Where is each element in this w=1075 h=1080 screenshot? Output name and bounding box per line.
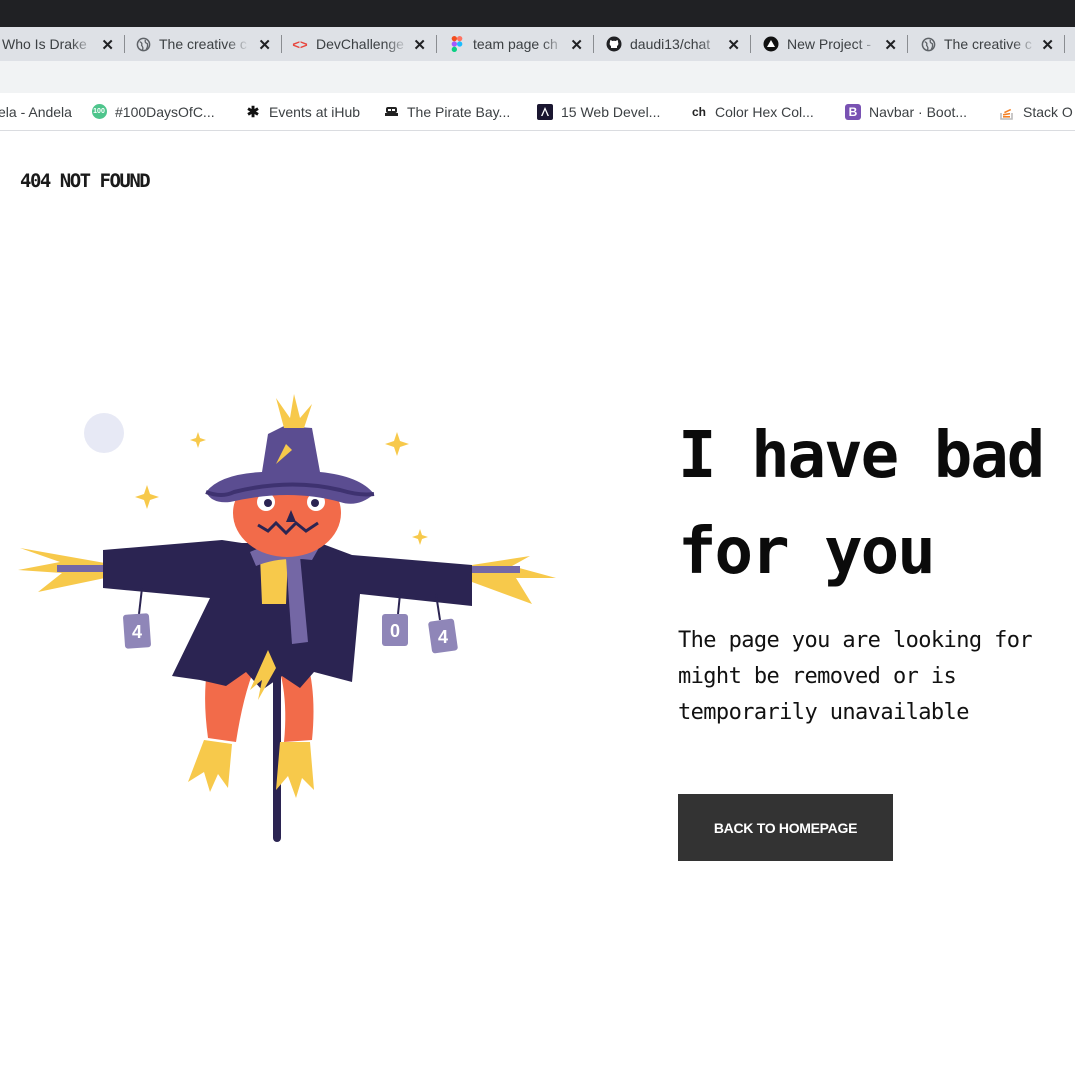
tab-label: team page ch: [473, 36, 558, 52]
close-icon[interactable]: ✕: [258, 36, 271, 54]
close-icon[interactable]: ✕: [1041, 36, 1054, 54]
bookmark-label: Events at iHub: [269, 103, 361, 120]
tab-team-page[interactable]: team page ch ✕: [449, 27, 594, 61]
bookmark-andela[interactable]: ela - Andela: [0, 93, 72, 130]
ship-icon: [383, 104, 399, 120]
hanging-can-left: 4: [123, 587, 151, 649]
site-title: 404 NOT FOUND: [20, 170, 151, 192]
star-icon: ✱: [246, 103, 260, 121]
headline-line-1: I have bad: [678, 419, 1045, 493]
scarecrow-coat: [103, 540, 472, 690]
error-headline: I have bad for you: [678, 408, 1075, 600]
tab-label: New Project -: [787, 36, 872, 52]
tab-strip: Who Is Drake ✕ The creative c ✕ <> DevCh…: [0, 27, 1075, 61]
globe-icon: [920, 36, 936, 52]
close-icon[interactable]: ✕: [884, 36, 897, 54]
can-digit: 4: [438, 627, 448, 647]
tab-creative-2[interactable]: The creative c ✕: [920, 27, 1065, 61]
tab-divider: [124, 35, 125, 53]
code-icon: <>: [292, 36, 308, 52]
tab-divider: [593, 35, 594, 53]
bookmark-label: ela - Andela: [0, 103, 72, 120]
tab-divider: [907, 35, 908, 53]
headline-line-2: for you: [678, 515, 936, 589]
vercel-icon: [763, 36, 779, 52]
close-icon[interactable]: ✕: [570, 36, 583, 54]
bookmark-label: 15 Web Devel...: [561, 103, 661, 120]
tab-divider: [281, 35, 282, 53]
bookmark-navbar-bootstrap[interactable]: B Navbar · Boot...: [845, 93, 967, 130]
tab-divider: [750, 35, 751, 53]
stackoverflow-icon: [999, 104, 1015, 120]
scarecrow-hat: [205, 394, 375, 504]
bookmark-label: The Pirate Bay...: [407, 103, 511, 120]
window-title-bar: [0, 0, 1075, 27]
scarecrow-illustration: 4 0 4: [0, 380, 580, 860]
hanging-can-middle: 0: [382, 593, 408, 646]
can-digit: 0: [390, 621, 400, 641]
tab-divider: [436, 35, 437, 53]
close-icon[interactable]: ✕: [413, 36, 426, 54]
tab-devchallenge[interactable]: <> DevChallenge ✕: [292, 27, 437, 61]
angular-icon: [537, 103, 553, 120]
can-digit: 4: [132, 622, 142, 642]
bootstrap-icon: B: [845, 103, 861, 120]
error-message: The page you are looking for might be re…: [678, 628, 1033, 725]
tab-new-project[interactable]: New Project - ✕: [763, 27, 908, 61]
100days-icon: 100: [91, 104, 107, 120]
bookmark-100days[interactable]: 100 #100DaysOfC...: [91, 93, 215, 130]
badge-text: 100: [91, 104, 107, 119]
bookmarks-bar: ela - Andela 100 #100DaysOfC... ✱ Events…: [0, 93, 1075, 131]
tab-label: daudi13/chat: [630, 36, 711, 52]
github-icon: [606, 36, 622, 52]
tab-label: Who Is Drake: [2, 36, 87, 52]
figma-icon: [449, 36, 465, 52]
bookmark-color-hex[interactable]: ch Color Hex Col...: [691, 93, 814, 130]
bookmark-label: Color Hex Col...: [715, 103, 814, 120]
tab-divider: [1064, 35, 1065, 53]
colorhex-icon: ch: [691, 104, 706, 119]
tab-label: The creative c: [944, 36, 1032, 52]
tab-creative-1[interactable]: The creative c ✕: [135, 27, 282, 61]
bookmark-web-devel[interactable]: 15 Web Devel...: [537, 93, 660, 130]
close-icon[interactable]: ✕: [727, 36, 740, 54]
tab-who-is-drake[interactable]: Who Is Drake ✕: [2, 27, 125, 61]
bookmark-label: Navbar · Boot...: [869, 103, 968, 120]
badge-text: B: [845, 103, 861, 120]
right-hand-straw: [472, 556, 556, 604]
browser-toolbar: [0, 61, 1075, 93]
bookmark-stack-overflow[interactable]: Stack O: [999, 93, 1073, 130]
close-icon[interactable]: ✕: [101, 36, 114, 54]
bookmark-pirate-bay[interactable]: The Pirate Bay...: [383, 93, 510, 130]
bookmark-label: #100DaysOfC...: [115, 103, 215, 120]
tab-github-chat[interactable]: daudi13/chat ✕: [606, 27, 751, 61]
moon-icon: [84, 413, 124, 453]
tab-label: DevChallenge: [316, 36, 404, 52]
bookmark-label: Stack O: [1023, 103, 1073, 120]
globe-icon: [135, 36, 151, 52]
bookmark-ihub[interactable]: ✱ Events at iHub: [245, 93, 360, 130]
tab-label: The creative c: [159, 36, 247, 52]
back-to-homepage-button[interactable]: BACK TO HOMEPAGE: [678, 794, 893, 861]
